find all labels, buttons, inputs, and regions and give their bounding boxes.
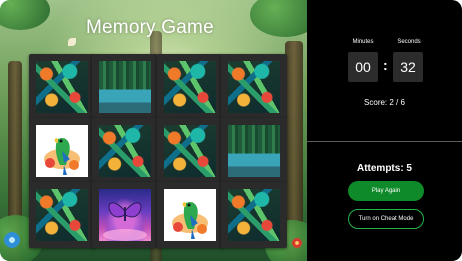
blue-flower bbox=[4, 232, 20, 248]
butterfly-icon bbox=[103, 202, 147, 241]
memory-card[interactable] bbox=[157, 54, 223, 120]
card-back-pattern bbox=[228, 189, 280, 241]
cheat-mode-button[interactable]: Turn on Cheat Mode bbox=[348, 209, 424, 229]
card-back-pattern bbox=[164, 61, 216, 113]
card-back-pattern bbox=[228, 61, 280, 113]
card-back-pattern bbox=[164, 125, 216, 177]
memory-card[interactable] bbox=[221, 118, 287, 184]
timer-separator: : bbox=[383, 57, 388, 73]
attempts-text: Attempts: 5 bbox=[356, 163, 412, 174]
card-face-parrot bbox=[36, 125, 88, 177]
foliage bbox=[250, 0, 307, 37]
card-face-forest-lake bbox=[99, 61, 151, 113]
card-back-pattern bbox=[36, 189, 88, 241]
memory-card[interactable] bbox=[29, 182, 95, 248]
memory-card[interactable] bbox=[221, 182, 287, 248]
score-text: Score: 2 / 6 bbox=[364, 98, 405, 107]
divider bbox=[307, 141, 462, 142]
game-title: Memory Game bbox=[86, 17, 214, 38]
card-back-pattern bbox=[99, 125, 151, 177]
parrot-icon bbox=[172, 201, 208, 239]
card-face-parrot bbox=[164, 189, 216, 241]
seconds-label: Seconds bbox=[397, 39, 421, 45]
card-back-pattern bbox=[36, 61, 88, 113]
memory-card[interactable] bbox=[221, 54, 287, 120]
minutes-display: 00 bbox=[348, 52, 378, 82]
app-window: Memory Game Minutes Seconds 00: 32 Scor… bbox=[0, 0, 462, 261]
butterfly-decoration bbox=[68, 38, 76, 46]
memory-card[interactable] bbox=[92, 54, 158, 120]
memory-card[interactable] bbox=[92, 118, 158, 184]
play-again-button[interactable]: Play Again bbox=[348, 181, 424, 201]
foliage bbox=[0, 0, 50, 30]
red-flower bbox=[292, 238, 302, 248]
side-panel: Minutes Seconds 00 : 32 Score: 2 / 6 Att… bbox=[307, 0, 462, 261]
memory-card[interactable] bbox=[29, 118, 95, 184]
parrot-icon bbox=[44, 137, 80, 175]
seconds-display: 32 bbox=[393, 52, 423, 82]
card-face-butterfly bbox=[99, 189, 151, 241]
memory-card[interactable] bbox=[29, 54, 95, 120]
memory-card[interactable] bbox=[92, 182, 158, 248]
card-face-forest-lake bbox=[228, 125, 280, 177]
memory-card[interactable] bbox=[157, 118, 223, 184]
memory-card[interactable] bbox=[157, 182, 223, 248]
game-board: Memory Game bbox=[0, 0, 307, 261]
minutes-label: Minutes bbox=[352, 39, 374, 45]
